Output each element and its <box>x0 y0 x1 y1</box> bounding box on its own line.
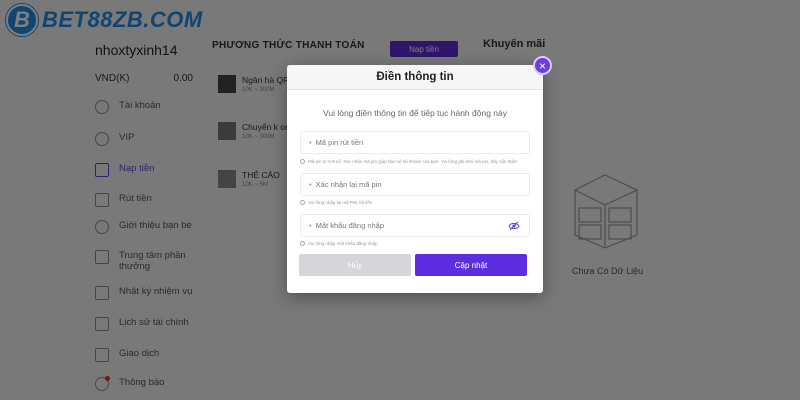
fill-info-dialog: Điền thông tin × Vui lòng điền thông tin… <box>287 56 552 293</box>
eye-icon[interactable] <box>508 220 520 232</box>
dialog-title: Điền thông tin <box>287 65 543 90</box>
field-placeholder: Mã pin rút tiền <box>315 138 364 147</box>
dialog-description: Vui lòng điền thông tin để tiếp tục hành… <box>323 108 507 118</box>
login-password-field[interactable]: • Mật khẩu đăng nhập <box>300 214 530 237</box>
field-placeholder: Xác nhận lại mã pin <box>315 180 382 189</box>
required-marker: • <box>309 180 312 189</box>
update-button[interactable]: Cập nhật <box>415 254 527 276</box>
confirm-pin-hint: Vui lòng nhập lại mã PIN rút tiền <box>300 200 532 205</box>
login-password-hint: Vui lòng nhập mật khẩu đăng nhập <box>300 241 532 246</box>
hint-text: Vui lòng nhập mật khẩu đăng nhập <box>308 241 378 246</box>
close-icon[interactable]: × <box>533 56 552 75</box>
required-marker: • <box>309 138 312 147</box>
confirm-pin-field[interactable]: • Xác nhận lại mã pin <box>300 173 530 196</box>
hint-text: Mã pin từ 6-8 số. Xác nhận mã pin giúp b… <box>308 159 518 164</box>
info-icon <box>300 200 305 205</box>
hint-text: Vui lòng nhập lại mã PIN rút tiền <box>308 200 373 205</box>
info-icon <box>300 159 305 164</box>
withdraw-pin-field[interactable]: • Mã pin rút tiền <box>300 131 530 154</box>
required-marker: • <box>309 221 312 230</box>
withdraw-pin-hint: Mã pin từ 6-8 số. Xác nhận mã pin giúp b… <box>300 159 532 164</box>
info-icon <box>300 241 305 246</box>
cancel-button[interactable]: Hủy <box>299 254 411 276</box>
field-placeholder: Mật khẩu đăng nhập <box>315 221 385 230</box>
